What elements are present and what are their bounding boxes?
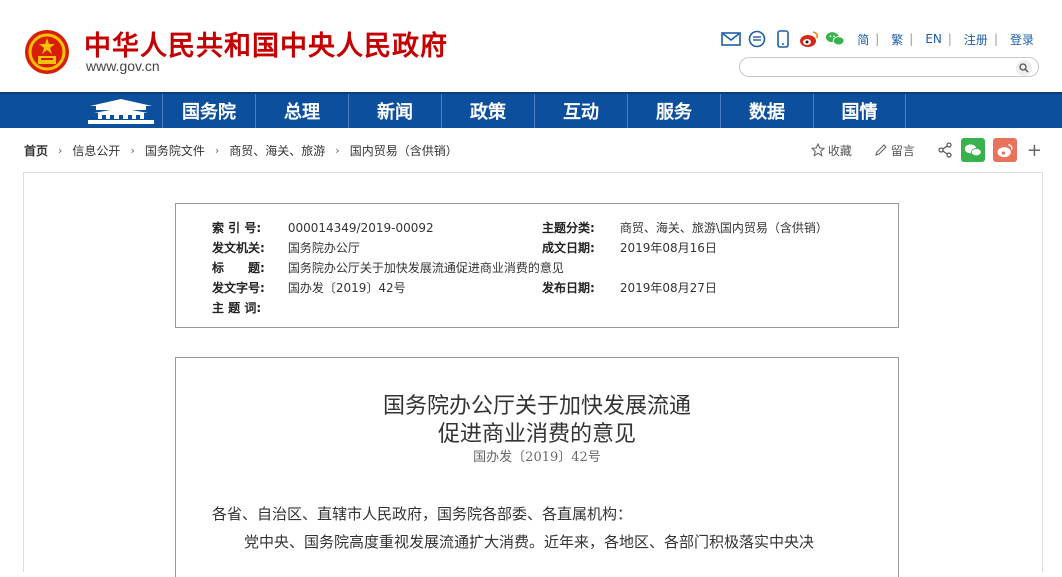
meta-published-label: 发布日期: bbox=[542, 281, 595, 295]
site-header: 中华人民共和国中央人民政府 www.gov.cn 简 | 繁 | EN | 注册… bbox=[0, 0, 1062, 92]
comment-label: 留言 bbox=[890, 143, 915, 158]
document-meta-table: 索 引 号: 000014349/2019-00092 主题分类: 商贸、海关、… bbox=[175, 203, 899, 328]
nav-item-policy[interactable]: 政策 bbox=[441, 94, 534, 128]
breadcrumb-commerce[interactable]: 商贸、海关、旅游 bbox=[229, 142, 325, 159]
breadcrumb-bar: 首页 › 信息公开 › 国务院文件 › 商贸、海关、旅游 › 国内贸易（含供销）… bbox=[0, 128, 1062, 172]
tiananmen-logo-icon[interactable] bbox=[80, 96, 162, 126]
nav-item-interaction[interactable]: 互动 bbox=[534, 94, 627, 128]
star-icon bbox=[810, 143, 825, 157]
weibo-icon[interactable] bbox=[799, 30, 819, 48]
lang-traditional-link[interactable]: 繁 bbox=[891, 31, 903, 48]
breadcrumb-home[interactable]: 首页 bbox=[24, 142, 48, 159]
meta-index-value: 000014349/2019-00092 bbox=[287, 221, 434, 235]
nav-item-national-info[interactable]: 国情 bbox=[813, 94, 906, 128]
separator: | bbox=[947, 32, 952, 46]
meta-row-keywords: 主 题 词: bbox=[212, 299, 288, 316]
breadcrumb: 首页 › 信息公开 › 国务院文件 › 商贸、海关、旅游 › 国内贸易（含供销） bbox=[24, 142, 458, 159]
meta-row-index: 索 引 号: 000014349/2019-00092 bbox=[212, 219, 434, 236]
mail-icon[interactable] bbox=[721, 30, 741, 48]
wechat-icon bbox=[964, 143, 982, 156]
meta-row-topic: 主题分类: 商贸、海关、旅游\国内贸易（含供销） bbox=[542, 219, 828, 236]
separator: | bbox=[875, 32, 880, 46]
nav-item-data[interactable]: 数据 bbox=[720, 94, 813, 128]
top-tools: 简 | 繁 | EN | 注册 | 登录 bbox=[721, 30, 1034, 48]
nav-items: 国务院 总理 新闻 政策 互动 服务 数据 国情 bbox=[162, 94, 906, 128]
chevron-right-icon: › bbox=[130, 144, 135, 157]
meta-issuer-label: 发文机关: bbox=[212, 241, 265, 255]
lang-english-link[interactable]: EN bbox=[925, 32, 942, 46]
chevron-right-icon: › bbox=[58, 144, 63, 157]
nav-item-news[interactable]: 新闻 bbox=[348, 94, 441, 128]
meta-row-doc-number: 发文字号: 国办发〔2019〕42号 bbox=[212, 279, 406, 296]
meta-row-written-date: 成文日期: 2019年08月16日 bbox=[542, 239, 717, 256]
meta-keywords-label: 主 题 词: bbox=[212, 301, 262, 315]
page-actions: 收藏 留言 + bbox=[810, 138, 1042, 162]
pencil-icon bbox=[875, 144, 887, 156]
meta-index-label: 索 引 号: bbox=[212, 221, 262, 235]
meta-row-issuer: 发文机关: 国务院办公厅 bbox=[212, 239, 360, 256]
separator: | bbox=[993, 32, 998, 46]
meta-docno-label: 发文字号: bbox=[212, 281, 265, 295]
national-emblem-icon[interactable] bbox=[24, 29, 70, 75]
share-icon[interactable] bbox=[937, 142, 953, 158]
meta-topic-value: 商贸、海关、旅游\国内贸易（含供销） bbox=[619, 221, 828, 235]
nav-item-premier[interactable]: 总理 bbox=[255, 94, 348, 128]
doc-title-line2: 促进商业消费的意见 bbox=[437, 422, 636, 447]
chevron-right-icon: › bbox=[335, 144, 340, 157]
nav-item-state-council[interactable]: 国务院 bbox=[162, 94, 255, 128]
breadcrumb-info-disclosure[interactable]: 信息公开 bbox=[72, 142, 120, 159]
mobile-icon[interactable] bbox=[773, 30, 793, 48]
search-icon[interactable] bbox=[1016, 60, 1032, 76]
comment-button[interactable]: 留言 bbox=[874, 142, 915, 159]
main-nav: 国务院 总理 新闻 政策 互动 服务 数据 国情 bbox=[0, 92, 1062, 128]
weibo-icon bbox=[997, 143, 1013, 157]
meta-published-value: 2019年08月27日 bbox=[619, 281, 717, 295]
meta-row-published-date: 发布日期: 2019年08月27日 bbox=[542, 279, 717, 296]
meta-title-label: 标 题: bbox=[212, 261, 265, 275]
favorite-button[interactable]: 收藏 bbox=[810, 142, 852, 159]
lang-simplified-link[interactable]: 简 bbox=[857, 31, 869, 48]
breadcrumb-state-council-docs[interactable]: 国务院文件 bbox=[145, 142, 205, 159]
login-link[interactable]: 登录 bbox=[1010, 31, 1034, 48]
site-url[interactable]: www.gov.cn bbox=[86, 58, 160, 74]
search-input[interactable] bbox=[739, 57, 1039, 77]
meta-written-value: 2019年08月16日 bbox=[619, 241, 717, 255]
nav-item-services[interactable]: 服务 bbox=[627, 94, 720, 128]
message-icon[interactable] bbox=[747, 30, 767, 48]
separator: | bbox=[909, 32, 914, 46]
doc-paragraph: 党中央、国务院高度重视发展流通扩大消费。近年来，各地区、各部门积极落实中央决 bbox=[244, 533, 815, 551]
meta-written-label: 成文日期: bbox=[542, 241, 595, 255]
meta-topic-label: 主题分类: bbox=[542, 221, 595, 235]
share-weibo-button[interactable] bbox=[992, 138, 1017, 162]
breadcrumb-domestic-trade[interactable]: 国内贸易（含供销） bbox=[350, 142, 458, 159]
favorite-label: 收藏 bbox=[827, 143, 852, 158]
meta-docno-value: 国办发〔2019〕42号 bbox=[287, 281, 406, 295]
doc-salutation: 各省、自治区、直辖市人民政府，国务院各部委、各直属机构： bbox=[212, 505, 633, 523]
register-link[interactable]: 注册 bbox=[964, 31, 988, 48]
wechat-icon[interactable] bbox=[825, 30, 845, 48]
meta-issuer-value: 国务院办公厅 bbox=[287, 241, 360, 255]
chevron-right-icon: › bbox=[214, 144, 220, 157]
meta-title-value: 国务院办公厅关于加快发展流通促进商业消费的意见 bbox=[287, 261, 564, 275]
document-body: 国务院办公厅关于加快发展流通 促进商业消费的意见 国办发〔2019〕42号 各省… bbox=[175, 357, 899, 577]
share-wechat-button[interactable] bbox=[960, 138, 985, 162]
doc-number: 国办发〔2019〕42号 bbox=[473, 450, 601, 465]
plus-icon[interactable]: + bbox=[1027, 140, 1042, 161]
meta-row-title: 标 题: 国务院办公厅关于加快发展流通促进商业消费的意见 bbox=[212, 259, 564, 276]
